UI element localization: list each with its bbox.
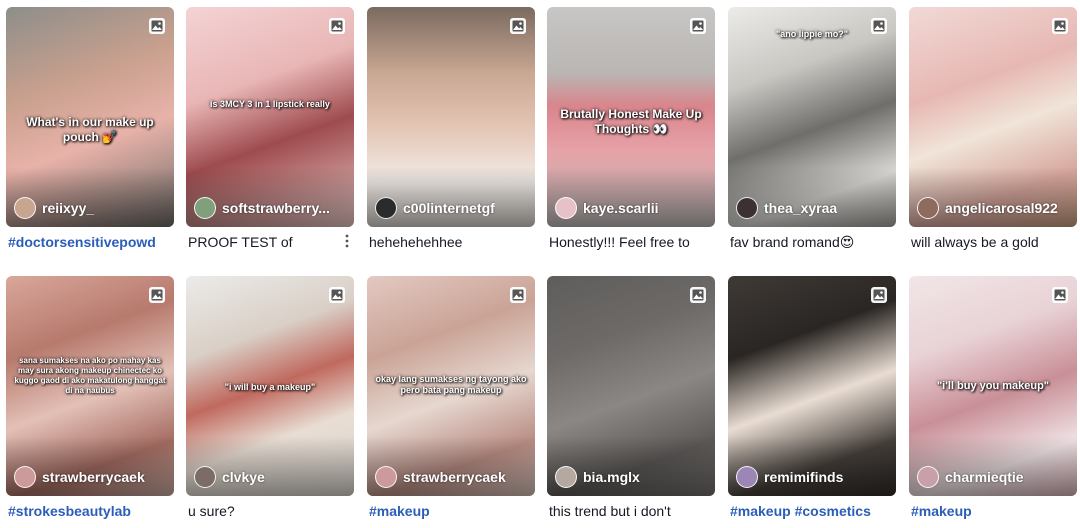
author-link[interactable]: kaye.scarlii — [555, 197, 709, 219]
author-link[interactable]: reiixyy_ — [14, 197, 168, 219]
author-name: remimifinds — [764, 469, 844, 485]
video-caption[interactable]: PROOF TEST of — [188, 234, 338, 250]
video-thumbnail[interactable]: bia.mglx — [547, 276, 715, 496]
image-icon — [328, 17, 346, 35]
avatar — [917, 197, 939, 219]
video-thumbnail[interactable]: c00linternetgf — [367, 7, 535, 227]
image-icon — [689, 286, 707, 304]
image-icon — [328, 286, 346, 304]
avatar — [917, 466, 939, 488]
video-thumbnail[interactable]: angelicarosal922 — [909, 7, 1077, 227]
author-name: strawberrycaek — [42, 469, 145, 485]
avatar — [736, 197, 758, 219]
video-grid: What's in our make up pouch 💅 reiixyy_ #… — [0, 0, 1080, 528]
author-name: c00linternetgf — [403, 200, 495, 216]
thumbnail-overlay-text: Brutally Honest Make Up Thoughts 👀 — [560, 107, 702, 136]
video-thumbnail[interactable]: "ano lippie mo?" thea_xyraa — [728, 7, 896, 227]
avatar — [555, 197, 577, 219]
author-link[interactable]: thea_xyraa — [736, 197, 890, 219]
avatar — [375, 466, 397, 488]
video-thumbnail[interactable]: sana sumakses na ako po mahay kas may su… — [6, 276, 174, 496]
thumbnail-overlay-text: "ano lippie mo?" — [775, 29, 849, 39]
author-link[interactable]: angelicarosal922 — [917, 197, 1071, 219]
avatar — [555, 466, 577, 488]
author-name: kaye.scarlii — [583, 200, 659, 216]
video-thumbnail[interactable]: okay lang sumakses ng tayong ako pero ba… — [367, 276, 535, 496]
author-link[interactable]: bia.mglx — [555, 466, 709, 488]
avatar — [736, 466, 758, 488]
video-thumbnail[interactable]: remimifinds — [728, 276, 896, 496]
avatar — [375, 197, 397, 219]
thumbnail-overlay-text: okay lang sumakses ng tayong ako pero ba… — [375, 374, 527, 396]
author-name: softstrawberry... — [222, 200, 330, 216]
thumbnail-overlay-text: sana sumakses na ako po mahay kas may su… — [14, 356, 166, 395]
video-caption[interactable]: fav brand romand😍 — [730, 234, 892, 251]
author-link[interactable]: remimifinds — [736, 466, 890, 488]
author-name: strawberrycaek — [403, 469, 506, 485]
author-name: angelicarosal922 — [945, 200, 1058, 216]
avatar — [14, 197, 36, 219]
video-caption[interactable]: hehehehehhee — [369, 234, 531, 250]
video-caption[interactable]: #makeup — [369, 503, 531, 519]
thumbnail-overlay-text: What's in our make up pouch 💅 — [26, 115, 154, 144]
avatar — [194, 197, 216, 219]
author-link[interactable]: charmieqtie — [917, 466, 1071, 488]
video-caption[interactable]: Honestly!!! Feel free to — [549, 234, 711, 250]
author-name: reiixyy_ — [42, 200, 95, 216]
image-icon — [148, 17, 166, 35]
author-name: charmieqtie — [945, 469, 1024, 485]
author-link[interactable]: softstrawberry... — [194, 197, 348, 219]
author-link[interactable]: strawberrycaek — [375, 466, 529, 488]
author-name: bia.mglx — [583, 469, 640, 485]
avatar — [194, 466, 216, 488]
video-caption[interactable]: this trend but i don't — [549, 503, 711, 519]
author-name: thea_xyraa — [764, 200, 838, 216]
image-icon — [689, 17, 707, 35]
more-vertical-icon[interactable] — [342, 234, 352, 250]
avatar — [14, 466, 36, 488]
image-icon — [1051, 286, 1069, 304]
thumbnail-overlay-text: "i'll buy you makeup" — [936, 380, 1050, 392]
video-caption[interactable]: will always be a gold — [911, 234, 1073, 250]
video-thumbnail[interactable]: "i will buy a makeup" clvkye — [186, 276, 354, 496]
image-icon — [148, 286, 166, 304]
image-icon — [509, 286, 527, 304]
video-thumbnail[interactable]: is 3MCY 3 in 1 lipstick really softstraw… — [186, 7, 354, 227]
video-caption[interactable]: #doctorsensitivepowd — [8, 234, 170, 250]
author-link[interactable]: strawberrycaek — [14, 466, 168, 488]
thumbnail-overlay-text: is 3MCY 3 in 1 lipstick really — [210, 99, 330, 109]
author-link[interactable]: clvkye — [194, 466, 348, 488]
image-icon — [870, 286, 888, 304]
image-icon — [1051, 17, 1069, 35]
video-caption[interactable]: #makeup #cosmetics — [730, 503, 892, 519]
video-caption[interactable]: u sure? — [188, 503, 350, 519]
video-thumbnail[interactable]: "i'll buy you makeup" charmieqtie — [909, 276, 1077, 496]
author-name: clvkye — [222, 469, 265, 485]
video-thumbnail[interactable]: What's in our make up pouch 💅 reiixyy_ — [6, 7, 174, 227]
video-caption[interactable]: #strokesbeautylab — [8, 503, 170, 519]
video-caption[interactable]: #makeup — [911, 503, 1073, 519]
thumbnail-overlay-text: "i will buy a makeup" — [224, 382, 316, 392]
video-thumbnail[interactable]: Brutally Honest Make Up Thoughts 👀 kaye.… — [547, 7, 715, 227]
author-link[interactable]: c00linternetgf — [375, 197, 529, 219]
image-icon — [509, 17, 527, 35]
